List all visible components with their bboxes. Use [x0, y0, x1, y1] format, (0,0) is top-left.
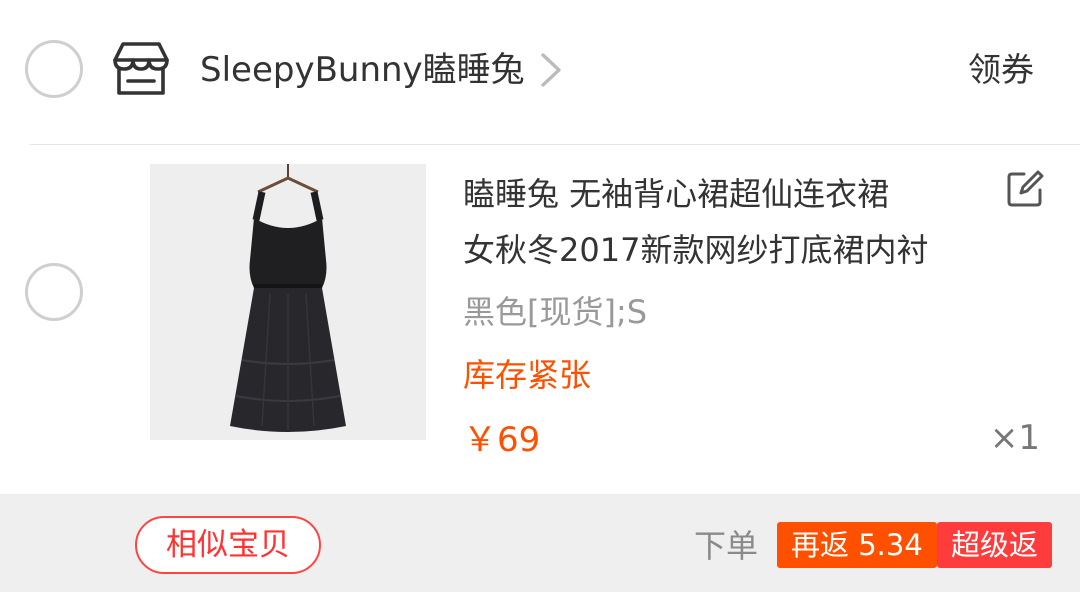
product-spec[interactable]: 黑色[现货];S: [463, 288, 647, 336]
product-title[interactable]: 瞌睡兔 无袖背心裙超仙连衣裙 女秋冬2017新款网纱打底裙内衬: [463, 166, 983, 278]
shop-name[interactable]: SleepyBunny瞌睡兔: [200, 46, 525, 94]
dress-image-icon: [150, 164, 426, 440]
product-thumbnail[interactable]: [150, 164, 426, 440]
store-icon[interactable]: [111, 41, 171, 97]
rebate-badge[interactable]: 再返 5.34: [777, 522, 937, 568]
product-title-line1: 瞌睡兔 无袖背心裙超仙连衣裙: [463, 175, 890, 213]
get-coupon-button[interactable]: 领券: [968, 46, 1034, 94]
divider: [30, 144, 1080, 145]
product-title-line2: 女秋冬2017新款网纱打底裙内衬: [463, 231, 929, 269]
similar-items-button[interactable]: 相似宝贝: [135, 516, 321, 574]
quantity: ×1: [989, 418, 1040, 458]
edit-icon[interactable]: [1006, 170, 1044, 212]
super-rebate-badge[interactable]: 超级返: [937, 522, 1053, 568]
order-label: 下单: [694, 527, 759, 565]
item-select-radio[interactable]: [25, 263, 83, 321]
product-price: ￥69: [463, 420, 541, 460]
chevron-right-icon[interactable]: [538, 52, 564, 92]
shop-select-radio[interactable]: [25, 40, 83, 98]
stock-status: 库存紧张: [463, 356, 592, 394]
